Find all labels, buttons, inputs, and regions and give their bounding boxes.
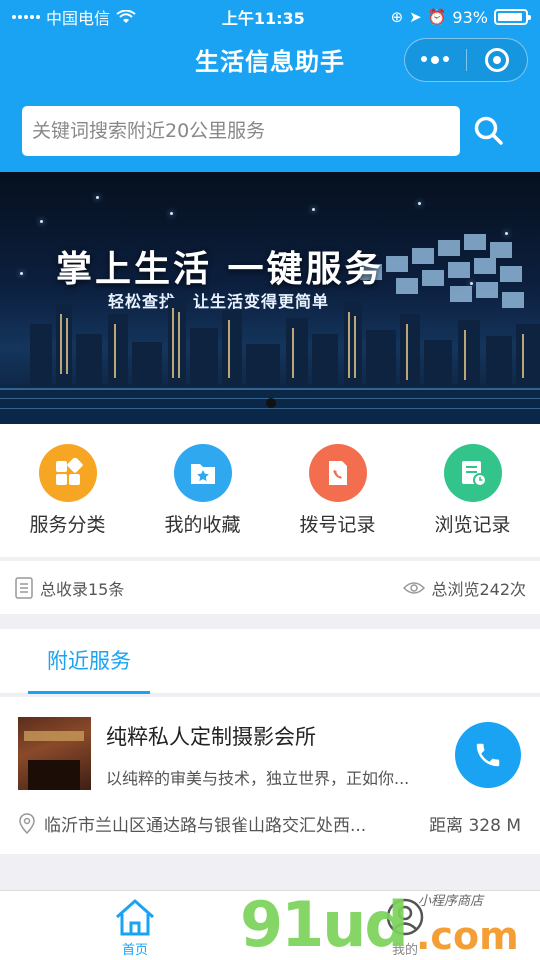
quick-item-favorites[interactable]: 我的收藏 — [135, 424, 270, 557]
carrier-label: 中国电信 — [46, 9, 111, 28]
search-input[interactable] — [22, 106, 460, 156]
total-records-label: 总收录15条 — [40, 579, 125, 599]
quick-item-label: 浏览记录 — [434, 514, 511, 536]
call-button[interactable] — [455, 722, 521, 788]
miniprogram-capsule — [404, 38, 528, 82]
rotation-lock-icon: ⊕ — [390, 8, 404, 26]
more-dots-icon[interactable] — [405, 56, 466, 64]
location-pin-icon — [19, 812, 35, 834]
list-item[interactable]: 纯粹私人定制摄影会所 以纯粹的审美与技术，独立世界，正如你... 临沂市兰山区通… — [0, 697, 540, 854]
service-thumbnail — [18, 717, 91, 790]
service-address: 临沂市兰山区通达路与银雀山路交汇处西... — [18, 811, 366, 836]
service-distance: 距离 328 M — [429, 816, 521, 836]
quick-menu: 服务分类 我的收藏 拨号记录 浏览记录 — [0, 424, 540, 557]
banner-carousel[interactable]: 掌上生活 一键服务 轻松查找，让生活变得更简单 — [0, 172, 540, 424]
eye-icon — [403, 581, 426, 594]
user-icon — [386, 898, 424, 936]
battery-icon — [493, 9, 531, 25]
service-address-text: 临沂市兰山区通达路与银雀山路交汇处西... — [44, 816, 367, 836]
document-list-icon — [15, 576, 33, 599]
carousel-indicator[interactable] — [266, 398, 276, 408]
top-header-area: 中国电信 上午11:35 ⊕ ➤ ⏰ 93% 生活信息助手 — [0, 0, 540, 172]
battery-percent: 93% — [452, 7, 488, 27]
page-title: 生活信息助手 — [195, 47, 345, 76]
total-views: 总浏览242次 — [403, 576, 526, 600]
home-icon — [116, 899, 154, 936]
title-bar: 生活信息助手 — [0, 34, 540, 84]
category-grid-icon — [38, 444, 97, 502]
quick-item-browse-history[interactable]: 浏览记录 — [405, 424, 540, 557]
status-bar: 中国电信 上午11:35 ⊕ ➤ ⏰ 93% — [0, 0, 540, 34]
search-row — [22, 106, 518, 156]
service-name: 纯粹私人定制摄影会所 — [106, 725, 316, 749]
tab-mine[interactable]: 我的 — [270, 891, 540, 960]
search-button[interactable] — [460, 106, 518, 156]
tab-home-label: 首页 — [121, 943, 148, 958]
signal-icon — [12, 15, 40, 19]
quick-item-category[interactable]: 服务分类 — [0, 424, 135, 557]
location-arrow-icon: ➤ — [409, 8, 422, 26]
total-views-label: 总浏览242次 — [431, 579, 526, 599]
status-left: 中国电信 — [12, 5, 136, 29]
close-miniprogram-button[interactable] — [467, 48, 528, 72]
quick-item-label: 我的收藏 — [164, 514, 241, 536]
bottom-tab-bar: 首页 我的 — [0, 890, 540, 960]
favorite-folder-icon — [173, 444, 232, 502]
alarm-icon: ⏰ — [427, 8, 447, 26]
service-description: 以纯粹的审美与技术，独立世界，正如你... — [106, 769, 410, 788]
phone-icon — [476, 743, 500, 767]
quick-item-call-records[interactable]: 拨号记录 — [270, 424, 405, 557]
tab-mine-label: 我的 — [391, 943, 418, 958]
wifi-icon — [116, 10, 136, 23]
call-record-icon — [308, 444, 367, 502]
battery-level — [497, 13, 523, 21]
stats-bar: 总收录15条 总浏览242次 — [0, 561, 540, 614]
target-ring-icon — [484, 48, 509, 72]
quick-item-label: 服务分类 — [29, 514, 106, 536]
tab-nearby-services[interactable]: 附近服务 — [28, 629, 150, 694]
status-right: ⊕ ➤ ⏰ 93% — [390, 7, 531, 27]
total-records: 总收录15条 — [14, 576, 124, 600]
browse-history-icon — [443, 444, 502, 502]
status-time: 上午11:35 — [221, 9, 305, 28]
tab-home[interactable]: 首页 — [0, 891, 270, 960]
quick-item-label: 拨号记录 — [299, 514, 376, 536]
search-icon — [474, 116, 503, 145]
nearby-section-header: 附近服务 — [0, 629, 540, 694]
